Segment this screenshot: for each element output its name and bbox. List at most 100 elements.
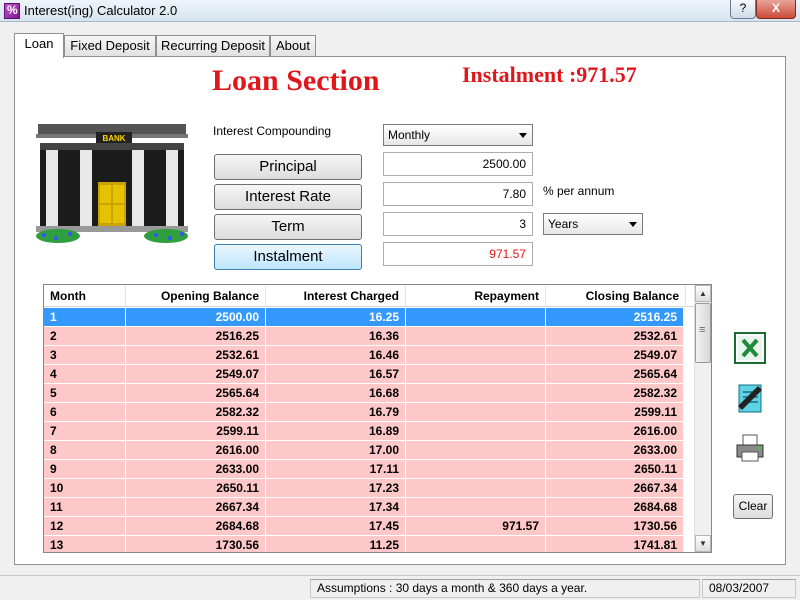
- rate-unit-label: % per annum: [543, 184, 615, 198]
- instalment-header: Instalment :971.57: [462, 62, 637, 87]
- table-row[interactable]: 3 2532.61 16.46 2549.07: [44, 346, 684, 365]
- table-row[interactable]: 13 1730.56 11.25 1741.81: [44, 536, 684, 552]
- table-cell: 17.23: [266, 479, 406, 498]
- tab-about[interactable]: About: [270, 35, 316, 57]
- chevron-down-icon: [629, 222, 637, 227]
- vertical-scrollbar[interactable]: ▲ ▼: [694, 285, 711, 552]
- table-cell: 17.11: [266, 460, 406, 479]
- principal-field[interactable]: 2500.00: [383, 152, 533, 176]
- tab-recurring-deposit[interactable]: Recurring Deposit: [156, 35, 270, 57]
- table-cell: 2633.00: [546, 441, 684, 460]
- principal-button[interactable]: Principal: [214, 154, 362, 180]
- table-row[interactable]: 2 2516.25 16.36 2532.61: [44, 327, 684, 346]
- term-unit-select[interactable]: Years: [543, 213, 643, 235]
- table-cell: 2667.34: [546, 479, 684, 498]
- table-cell: 11.25: [266, 536, 406, 552]
- scroll-thumb[interactable]: [695, 303, 711, 363]
- column-header[interactable]: Opening Balance: [126, 285, 266, 307]
- instalment-button[interactable]: Instalment: [214, 244, 362, 270]
- tab-fixed-deposit[interactable]: Fixed Deposit: [64, 35, 156, 57]
- table-cell: 9: [44, 460, 126, 479]
- table-cell: [406, 536, 546, 552]
- table-cell: 3: [44, 346, 126, 365]
- interest-rate-button[interactable]: Interest Rate: [214, 184, 362, 210]
- table-cell: 12: [44, 517, 126, 536]
- table-row[interactable]: 1 2500.00 16.25 2516.25: [44, 308, 684, 327]
- compounding-label: Interest Compounding: [213, 124, 332, 138]
- table-cell: 16.46: [266, 346, 406, 365]
- column-header[interactable]: Month: [44, 285, 126, 307]
- title-bar: Interest(ing) Calculator 2.0 ? X: [0, 0, 800, 22]
- table-cell: 2549.07: [126, 365, 266, 384]
- table-cell: 2582.32: [126, 403, 266, 422]
- term-button[interactable]: Term: [214, 214, 362, 240]
- table-cell: 13: [44, 536, 126, 552]
- table-row[interactable]: 11 2667.34 17.34 2684.68: [44, 498, 684, 517]
- table-row[interactable]: 4 2549.07 16.57 2565.64: [44, 365, 684, 384]
- interest-rate-field[interactable]: 7.80: [383, 182, 533, 206]
- assumptions-text: Assumptions : 30 days a month & 360 days…: [310, 579, 700, 598]
- table-cell: 2684.68: [546, 498, 684, 517]
- table-cell: 971.57: [406, 517, 546, 536]
- column-header[interactable]: Closing Balance: [546, 285, 686, 307]
- clear-button[interactable]: Clear: [733, 494, 773, 519]
- table-cell: 8: [44, 441, 126, 460]
- term-field[interactable]: 3: [383, 212, 533, 236]
- table-cell: [406, 403, 546, 422]
- notepad-icon[interactable]: [734, 382, 766, 414]
- table-cell: [406, 498, 546, 517]
- excel-export-icon[interactable]: [734, 332, 766, 364]
- table-cell: [406, 346, 546, 365]
- column-header[interactable]: Repayment: [406, 285, 546, 307]
- term-unit-value: Years: [548, 217, 579, 231]
- table-cell: 2549.07: [546, 346, 684, 365]
- table-row[interactable]: 10 2650.11 17.23 2667.34: [44, 479, 684, 498]
- table-cell: 2532.61: [546, 327, 684, 346]
- scroll-up-icon[interactable]: ▲: [695, 285, 711, 302]
- table-cell: 2532.61: [126, 346, 266, 365]
- table-cell: 2650.11: [546, 460, 684, 479]
- table-row[interactable]: 5 2565.64 16.68 2582.32: [44, 384, 684, 403]
- table-cell: 17.34: [266, 498, 406, 517]
- table-cell: 2650.11: [126, 479, 266, 498]
- table-cell: 2565.64: [126, 384, 266, 403]
- table-cell: 2500.00: [126, 308, 266, 327]
- table-cell: 5: [44, 384, 126, 403]
- table-row[interactable]: 12 2684.68 17.45 971.57 1730.56: [44, 517, 684, 536]
- table-cell: 2582.32: [546, 384, 684, 403]
- table-cell: [406, 327, 546, 346]
- table-row[interactable]: 7 2599.11 16.89 2616.00: [44, 422, 684, 441]
- table-cell: 2599.11: [546, 403, 684, 422]
- table-cell: 2616.00: [546, 422, 684, 441]
- table-header: Month Opening Balance Interest Charged R…: [44, 285, 694, 307]
- compounding-select[interactable]: Monthly: [383, 124, 533, 146]
- table-cell: 2516.25: [126, 327, 266, 346]
- table-row[interactable]: 9 2633.00 17.11 2650.11: [44, 460, 684, 479]
- table-cell: 11: [44, 498, 126, 517]
- help-button[interactable]: ?: [730, 0, 756, 19]
- table-cell: 16.68: [266, 384, 406, 403]
- printer-icon[interactable]: [734, 432, 766, 464]
- table-cell: 2: [44, 327, 126, 346]
- table-cell: [406, 460, 546, 479]
- table-row[interactable]: 8 2616.00 17.00 2633.00: [44, 441, 684, 460]
- column-header[interactable]: Interest Charged: [266, 285, 406, 307]
- close-button[interactable]: X: [756, 0, 796, 19]
- tab-loan[interactable]: Loan: [14, 33, 64, 58]
- table-row[interactable]: 6 2582.32 16.79 2599.11: [44, 403, 684, 422]
- chevron-down-icon: [519, 133, 527, 138]
- bank-building-icon: BANK: [36, 124, 188, 243]
- scroll-down-icon[interactable]: ▼: [695, 535, 711, 552]
- bank-sign: BANK: [102, 134, 125, 143]
- compounding-value: Monthly: [388, 128, 431, 142]
- table-cell: [406, 441, 546, 460]
- window-title: Interest(ing) Calculator 2.0: [24, 3, 178, 18]
- status-bar: Assumptions : 30 days a month & 360 days…: [0, 575, 800, 600]
- section-title: Loan Section: [212, 64, 380, 97]
- table-cell: [406, 422, 546, 441]
- table-cell: 4: [44, 365, 126, 384]
- table-cell: 16.25: [266, 308, 406, 327]
- table-cell: 2684.68: [126, 517, 266, 536]
- instalment-field[interactable]: 971.57: [383, 242, 533, 266]
- schedule-table[interactable]: Month Opening Balance Interest Charged R…: [43, 284, 712, 553]
